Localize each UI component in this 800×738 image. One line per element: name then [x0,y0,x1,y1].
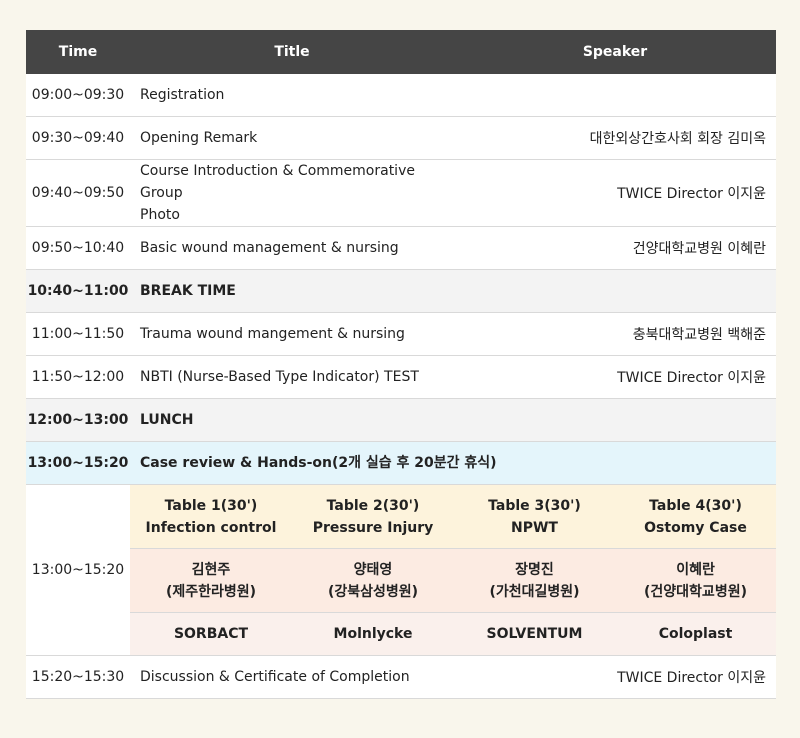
row-time: 11:50~12:00 [26,355,130,399]
table-name: Table 3(30') [488,497,581,514]
handson-sponsors-row: SORBACT Molnlycke SOLVENTUM Coloplast [26,612,777,656]
row-time: 12:00~13:00 [26,398,130,442]
row-title: Basic wound management & nursing [130,226,454,270]
row-time: 09:50~10:40 [26,226,130,270]
sponsor-cell: SORBACT [130,612,292,656]
sponsor-cell: SOLVENTUM [454,612,615,656]
row-title: BREAK TIME [130,269,454,313]
table-row: 11:50~12:00 NBTI (Nurse-Based Type Indic… [26,355,777,399]
row-title: Course Introduction & Commemorative Grou… [130,159,454,227]
row-speaker: TWICE Director 이지윤 [454,355,777,399]
handson-tables-row: 13:00~15:20 Table 1(30') Infection contr… [26,484,777,656]
handson-lead-cell: 이혜란 (건양대학교병원) [615,548,777,613]
row-title-line: Photo [140,207,180,223]
row-title: LUNCH [130,398,454,442]
table-topic: Ostomy Case [644,519,747,536]
row-title: Case review & Hands-on(2개 실습 후 20분간 휴식) [130,441,777,485]
table-name: Table 1(30') [164,497,258,514]
table-row: 09:50~10:40 Basic wound management & nur… [26,226,777,270]
row-speaker: 대한외상간호사회 회장 김미옥 [454,116,777,160]
handson-table-cell: Table 2(30') Pressure Injury [292,484,454,549]
table-row: 09:30~09:40 Opening Remark 대한외상간호사회 회장 김… [26,116,777,160]
lead-name: 장명진 [515,561,554,578]
lunch-row: 12:00~13:00 LUNCH [26,398,777,442]
table-topic: NPWT [511,519,558,536]
handson-lead-cell: 장명진 (가천대길병원) [454,548,615,613]
row-time: 13:00~15:20 [26,441,130,485]
row-speaker [454,398,777,442]
row-title: Opening Remark [130,116,454,160]
table-row: 09:00~09:30 Registration [26,74,777,117]
handson-time: 13:00~15:20 [26,484,130,656]
row-speaker [454,74,777,117]
sponsor-cell: Coloplast [615,612,777,656]
row-title: Registration [130,74,454,117]
row-time: 09:40~09:50 [26,159,130,227]
row-time: 10:40~11:00 [26,269,130,313]
table-topic: Pressure Injury [312,519,434,536]
header-speaker: Speaker [454,30,777,74]
header-time: Time [26,30,130,74]
row-time: 09:00~09:30 [26,74,130,117]
row-title-line: Course Introduction & Commemorative Grou… [140,163,415,201]
table-name: Table 2(30') [326,497,420,514]
lead-hospital: (제주한라병원) [165,583,257,600]
row-speaker: 건양대학교병원 이혜란 [454,226,777,270]
row-time: 11:00~11:50 [26,312,130,356]
lead-hospital: (가천대길병원) [489,583,580,600]
lead-name: 양태영 [353,561,393,578]
table-row: 15:20~15:30 Discussion & Certificate of … [26,655,777,699]
row-title: Trauma wound mangement & nursing [130,312,454,356]
row-time: 09:30~09:40 [26,116,130,160]
table-row: 09:40~09:50 Course Introduction & Commem… [26,159,777,227]
header-row: Time Title Speaker [26,30,777,74]
table-name: Table 4(30') [649,497,742,514]
lead-hospital: (건양대학교병원) [644,583,747,600]
handson-table-cell: Table 1(30') Infection control [130,484,292,549]
handson-table-cell: Table 3(30') NPWT [454,484,615,549]
row-title: NBTI (Nurse-Based Type Indicator) TEST [130,355,454,399]
row-speaker: TWICE Director 이지윤 [454,159,777,227]
row-time: 15:20~15:30 [26,655,130,699]
table-topic: Infection control [145,519,277,536]
sponsor-cell: Molnlycke [292,612,454,656]
handson-table-cell: Table 4(30') Ostomy Case [615,484,777,549]
table-row: 11:00~11:50 Trauma wound mangement & nur… [26,312,777,356]
handson-lead-cell: 김현주 (제주한라병원) [130,548,292,613]
break-row: 10:40~11:00 BREAK TIME [26,269,777,313]
handson-leads-row: 김현주 (제주한라병원) 양태영 (강북삼성병원) 장명진 (가천대길병원) 이… [26,548,777,613]
schedule-table: Time Title Speaker 09:00~09:30 Registrat… [26,30,777,699]
row-title: Discussion & Certificate of Completion [130,655,454,699]
lead-name: 김현주 [191,561,231,578]
header-title: Title [130,30,454,74]
row-speaker [454,269,777,313]
handson-row: 13:00~15:20 Case review & Hands-on(2개 실습… [26,441,777,485]
row-speaker: 충북대학교병원 백해준 [454,312,777,356]
lead-hospital: (강북삼성병원) [327,583,419,600]
row-speaker: TWICE Director 이지윤 [454,655,777,699]
lead-name: 이혜란 [676,561,715,578]
handson-lead-cell: 양태영 (강북삼성병원) [292,548,454,613]
